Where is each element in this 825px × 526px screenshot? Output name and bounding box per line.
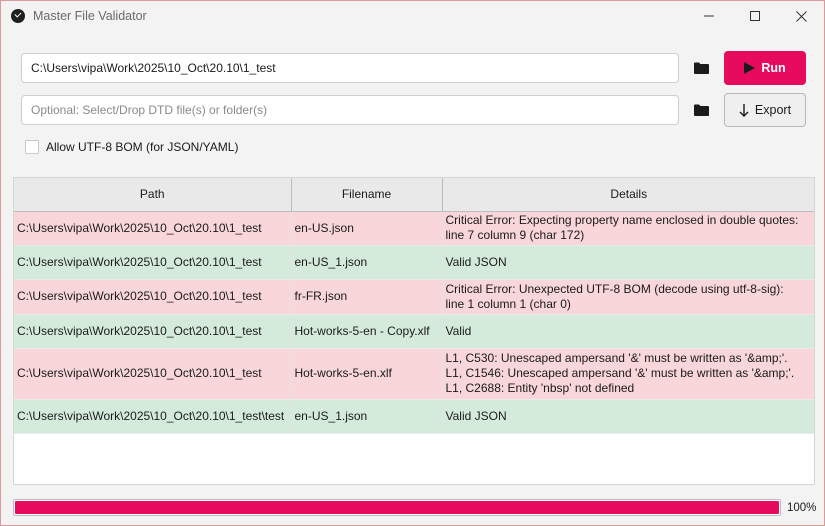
column-header-filename[interactable]: Filename [291, 178, 443, 212]
export-button-label: Export [754, 103, 792, 117]
cell-path: C:\Users\vipa\Work\2025\10_Oct\20.10\1_t… [14, 211, 292, 246]
progress-percent: 100% [787, 502, 817, 514]
window-controls [686, 1, 824, 31]
cell-details: Valid [442, 314, 814, 349]
run-button-label: Run [761, 61, 786, 75]
table-row[interactable]: C:\Users\vipa\Work\2025\10_Oct\20.10\1_t… [14, 211, 814, 246]
details-line: Valid JSON [445, 408, 507, 423]
table-row[interactable]: C:\Users\vipa\Work\2025\10_Oct\20.10\1_t… [14, 279, 814, 315]
cell-filename: Hot-works-5-en - Copy.xlf [291, 314, 443, 349]
cell-details: Valid JSON [442, 245, 814, 280]
run-button[interactable]: Run [724, 51, 806, 85]
window-title: Master File Validator [33, 9, 147, 23]
details-line: Valid [445, 323, 472, 338]
table-row[interactable]: C:\Users\vipa\Work\2025\10_Oct\20.10\1_t… [14, 399, 814, 434]
table-row[interactable]: C:\Users\vipa\Work\2025\10_Oct\20.10\1_t… [14, 348, 814, 400]
cell-path: C:\Users\vipa\Work\2025\10_Oct\20.10\1_t… [14, 279, 292, 315]
close-icon [795, 10, 807, 22]
column-header-path[interactable]: Path [14, 178, 292, 212]
cell-details: Critical Error: Unexpected UTF-8 BOM (de… [442, 279, 814, 315]
progress-bar-fill [15, 501, 779, 514]
progress-bar [13, 499, 781, 516]
cell-path: C:\Users\vipa\Work\2025\10_Oct\20.10\1_t… [14, 399, 292, 434]
details-line: L1, C530: Unescaped ampersand '&' must b… [445, 351, 788, 365]
table-row[interactable]: C:\Users\vipa\Work\2025\10_Oct\20.10\1_t… [14, 245, 814, 280]
details-line: L1, C2688: Entity 'nbsp' not defined [445, 381, 635, 395]
details-line: line 1 column 1 (char 0) [445, 296, 571, 311]
close-button[interactable] [778, 1, 824, 31]
minimize-button[interactable] [686, 1, 732, 31]
cell-filename: en-US_1.json [291, 245, 443, 280]
column-header-details[interactable]: Details [442, 178, 814, 212]
table-row[interactable]: C:\Users\vipa\Work\2025\10_Oct\20.10\1_t… [14, 314, 814, 349]
arrow-down-icon [739, 103, 749, 117]
allow-bom-checkbox[interactable] [25, 140, 39, 154]
details-line: L1, C1546: Unescaped ampersand '&' must … [445, 366, 795, 380]
app-window: Master File Validator Run [0, 0, 825, 526]
folder-icon [693, 62, 709, 74]
cell-path: C:\Users\vipa\Work\2025\10_Oct\20.10\1_t… [14, 348, 292, 400]
source-path-input[interactable] [21, 53, 679, 83]
allow-bom-label: Allow UTF-8 BOM (for JSON/YAML) [46, 140, 239, 154]
play-icon [744, 62, 756, 74]
table-header-row: Path Filename Details [14, 178, 814, 212]
details-line: Critical Error: Expecting property name … [445, 213, 799, 227]
folder-icon [693, 104, 709, 116]
cell-details: L1, C530: Unescaped ampersand '&' must b… [442, 348, 814, 400]
source-browse-button[interactable] [689, 56, 713, 80]
cell-filename: en-US_1.json [291, 399, 443, 434]
title-bar[interactable]: Master File Validator [1, 1, 824, 31]
maximize-button[interactable] [732, 1, 778, 31]
details-line: line 7 column 9 (char 172) [445, 228, 585, 242]
cell-filename: Hot-works-5-en.xlf [291, 348, 443, 400]
maximize-icon [750, 11, 760, 21]
dtd-browse-button[interactable] [689, 98, 713, 122]
cell-filename: fr-FR.json [291, 279, 443, 315]
cell-details: Valid JSON [442, 399, 814, 434]
details-line: Valid JSON [445, 254, 507, 269]
export-button[interactable]: Export [724, 93, 806, 127]
cell-filename: en-US.json [291, 211, 443, 246]
cell-details: Critical Error: Expecting property name … [442, 211, 814, 246]
results-table[interactable]: Path Filename Details C:\Users\vipa\Work… [13, 177, 815, 485]
cell-path: C:\Users\vipa\Work\2025\10_Oct\20.10\1_t… [14, 245, 292, 280]
app-check-icon [11, 9, 25, 23]
allow-bom-option[interactable]: Allow UTF-8 BOM (for JSON/YAML) [25, 140, 238, 154]
minimize-icon [704, 15, 714, 17]
dtd-path-input[interactable] [21, 95, 679, 125]
cell-path: C:\Users\vipa\Work\2025\10_Oct\20.10\1_t… [14, 314, 292, 349]
details-line: Critical Error: Unexpected UTF-8 BOM (de… [445, 281, 784, 296]
